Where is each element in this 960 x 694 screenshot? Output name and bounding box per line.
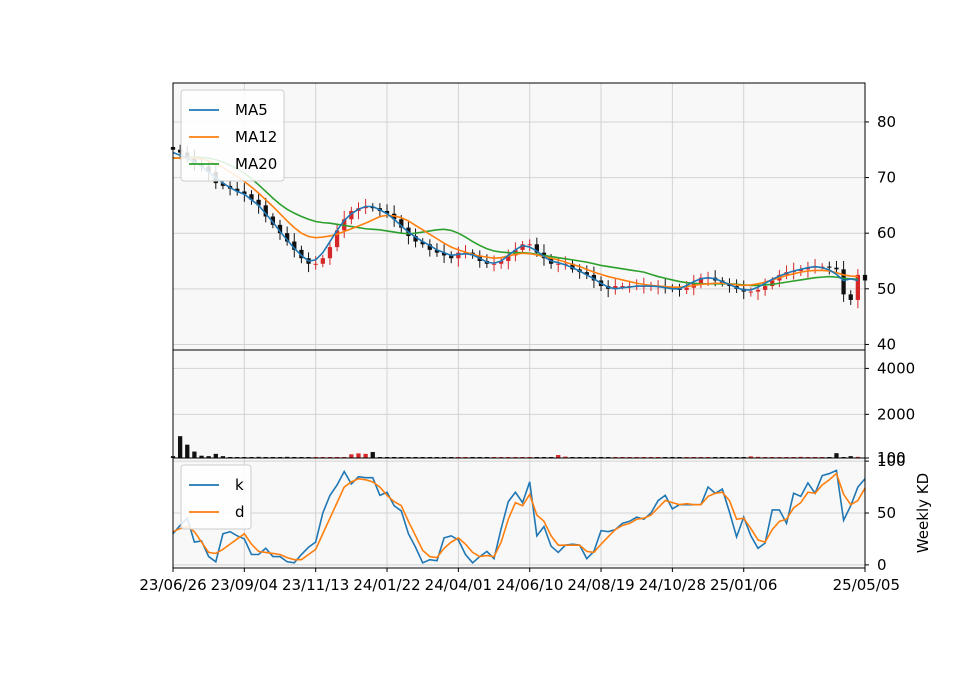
- candle-body: [755, 289, 761, 292]
- candle-body: [320, 258, 325, 264]
- price-ytick-label: 70: [877, 169, 896, 187]
- volume-bar: [185, 444, 190, 458]
- x-tick-label: 25/05/05: [833, 576, 900, 594]
- x-tick-label: 23/06/26: [139, 576, 206, 594]
- chart-svg: 40 50 60 70 80 MA5 MA12 MA20 100 2000 4000 0 50 100…: [0, 0, 960, 690]
- volume-bar: [370, 452, 375, 458]
- volume-bar: [356, 453, 361, 458]
- candle-body: [848, 294, 853, 300]
- kd-ytick-label: 100: [877, 452, 906, 470]
- x-tick-label: 24/06/10: [496, 576, 563, 594]
- price-ytick-label: 40: [877, 335, 896, 353]
- price-ytick-label: 60: [877, 224, 896, 242]
- candle-body: [313, 263, 318, 265]
- price-legend-label: MA20: [235, 155, 277, 173]
- x-tick-label: 23/09/04: [211, 576, 278, 594]
- kd-ytick-label: 0: [877, 556, 887, 574]
- volume-bar: [363, 453, 368, 458]
- volume-bar: [834, 453, 839, 458]
- price-legend-label: MA5: [235, 101, 268, 119]
- volume-bar: [213, 453, 218, 458]
- kd-legend-label: d: [235, 503, 245, 521]
- volume-bar: [349, 454, 354, 458]
- candle-body: [684, 287, 689, 290]
- volume-ytick-label: 4000: [877, 359, 915, 377]
- kd-panel: 0 50 100 kd Weekly KD: [172, 452, 932, 574]
- stock-chart: 40 50 60 70 80 MA5 MA12 MA20 100 2000 4000 0 50 100…: [0, 0, 960, 690]
- x-tick-label: 24/04/01: [425, 576, 492, 594]
- kd-ylabel: Weekly KD: [914, 473, 932, 553]
- candle-body: [841, 269, 846, 295]
- price-panel: 40 50 60 70 80 MA5 MA12 MA20: [170, 82, 896, 353]
- volume-background: [173, 350, 865, 458]
- x-tick-label: 25/01/06: [710, 576, 777, 594]
- volume-ytick-label: 2000: [877, 405, 915, 423]
- candle-body: [834, 267, 839, 270]
- x-tick-label: 24/01/22: [353, 576, 420, 594]
- price-legend-label: MA12: [235, 128, 277, 146]
- x-tick-label: 24/08/19: [567, 576, 634, 594]
- candle-body: [327, 247, 333, 259]
- x-tick-label: 24/10/28: [639, 576, 706, 594]
- candle-body: [827, 266, 832, 268]
- x-tick-label: 23/11/13: [282, 576, 349, 594]
- price-ytick-label: 80: [877, 113, 896, 131]
- volume-bar: [177, 436, 183, 458]
- kd-ytick-label: 50: [877, 504, 896, 522]
- kd-legend-label: k: [235, 476, 244, 494]
- candle-body: [748, 291, 753, 293]
- candle-body: [527, 244, 532, 246]
- volume-bar: [192, 451, 197, 458]
- candle-body: [762, 286, 768, 290]
- price-ytick-label: 50: [877, 280, 896, 298]
- volume-panel: 100 2000 4000: [170, 349, 915, 467]
